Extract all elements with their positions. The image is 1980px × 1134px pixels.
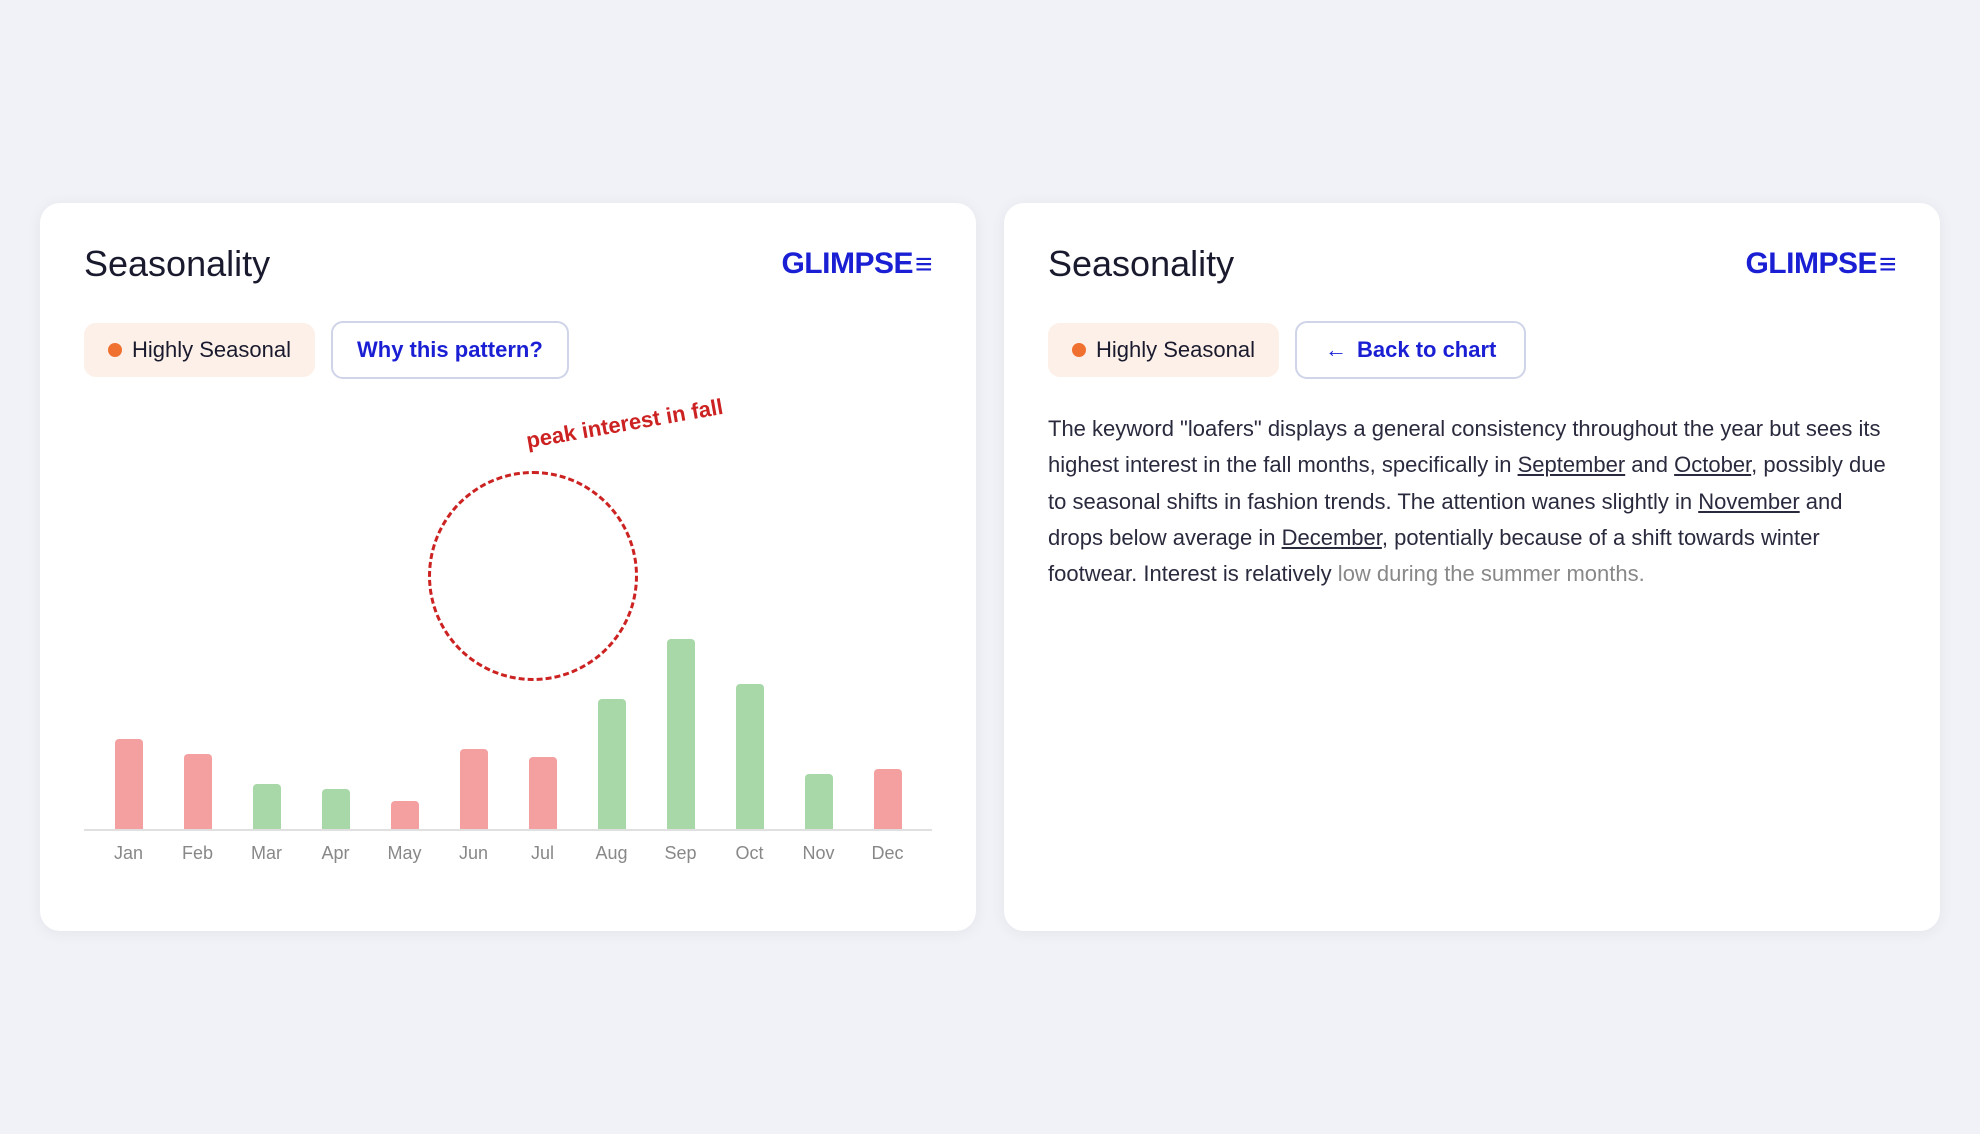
right-badge-row: Highly Seasonal ← Back to chart (1048, 321, 1896, 379)
bar-jan (115, 739, 143, 829)
back-to-chart-button[interactable]: ← Back to chart (1295, 321, 1526, 379)
bar-aug (598, 699, 626, 829)
x-label-oct: Oct (715, 843, 784, 864)
badge-dot-icon (108, 343, 122, 357)
left-seasonal-badge: Highly Seasonal (84, 323, 315, 377)
why-pattern-button[interactable]: Why this pattern? (331, 321, 569, 379)
bar-jul (529, 757, 557, 829)
bar-jun (460, 749, 488, 829)
bar-group (94, 411, 163, 829)
bar-group (577, 411, 646, 829)
bar-group (370, 411, 439, 829)
exp-p5: low during the summer months. (1332, 561, 1645, 586)
back-arrow-icon: ← (1325, 337, 1347, 363)
exp-december: December (1282, 525, 1382, 550)
bar-group (715, 411, 784, 829)
left-badge-row: Highly Seasonal Why this pattern? (84, 321, 932, 379)
bar-group (232, 411, 301, 829)
x-label-jul: Jul (508, 843, 577, 864)
bar-dec (874, 769, 902, 829)
right-card-header: Seasonality GLIMPSE≡ (1048, 243, 1896, 285)
x-label-nov: Nov (784, 843, 853, 864)
main-container: Seasonality GLIMPSE≡ Highly Seasonal Why… (40, 203, 1940, 931)
x-axis-labels: JanFebMarAprMayJunJulAugSepOctNovDec (84, 843, 932, 864)
bar-nov (805, 774, 833, 829)
x-label-mar: Mar (232, 843, 301, 864)
bar-may (391, 801, 419, 829)
bar-group (163, 411, 232, 829)
bar-group (508, 411, 577, 829)
bar-sep (667, 639, 695, 829)
explanation-text: The keyword "loafers" displays a general… (1048, 411, 1896, 592)
right-seasonal-badge: Highly Seasonal (1048, 323, 1279, 377)
bar-group (646, 411, 715, 829)
bar-group (853, 411, 922, 829)
bar-oct (736, 684, 764, 829)
right-title: Seasonality (1048, 243, 1234, 285)
exp-november: November (1698, 489, 1799, 514)
exp-october: October (1674, 452, 1751, 477)
left-badge-label: Highly Seasonal (132, 337, 291, 363)
right-badge-label: Highly Seasonal (1096, 337, 1255, 363)
bar-apr (322, 789, 350, 829)
bar-group (784, 411, 853, 829)
x-label-may: May (370, 843, 439, 864)
left-title: Seasonality (84, 243, 270, 285)
x-label-apr: Apr (301, 843, 370, 864)
right-card: Seasonality GLIMPSE≡ Highly Seasonal ← B… (1004, 203, 1940, 931)
right-logo: GLIMPSE≡ (1745, 247, 1896, 281)
back-button-label: Back to chart (1357, 337, 1496, 363)
x-label-sep: Sep (646, 843, 715, 864)
bar-feb (184, 754, 212, 829)
chart-area: peak interest in fall JanFebMarAprMayJun… (84, 411, 932, 891)
x-label-feb: Feb (163, 843, 232, 864)
left-card-header: Seasonality GLIMPSE≡ (84, 243, 932, 285)
left-logo: GLIMPSE≡ (781, 247, 932, 281)
exp-september: September (1518, 452, 1626, 477)
bar-mar (253, 784, 281, 829)
bar-group (301, 411, 370, 829)
bar-group (439, 411, 508, 829)
x-label-aug: Aug (577, 843, 646, 864)
chart-bars (84, 411, 932, 831)
x-label-jan: Jan (94, 843, 163, 864)
x-label-dec: Dec (853, 843, 922, 864)
exp-and1: and (1625, 452, 1674, 477)
left-card: Seasonality GLIMPSE≡ Highly Seasonal Why… (40, 203, 976, 931)
x-label-jun: Jun (439, 843, 508, 864)
right-badge-dot-icon (1072, 343, 1086, 357)
